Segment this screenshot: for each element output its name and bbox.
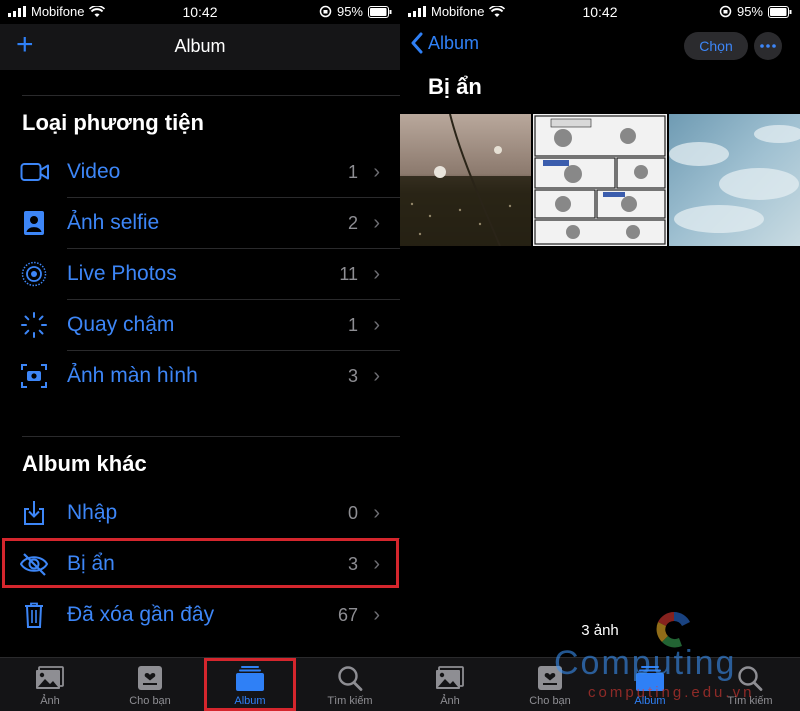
video-icon — [20, 163, 49, 181]
tab-for-you[interactable]: Cho bạn — [100, 664, 200, 710]
other-albums-heading: Album khác — [22, 451, 147, 476]
navigation-bar: Album Chọn — [400, 24, 800, 68]
media-types-heading: Loại phương tiện — [22, 110, 204, 135]
item-count: 0 — [347, 503, 358, 523]
list-item-screenshots[interactable]: Ảnh màn hình 3 › — [0, 351, 400, 402]
tab-label: Ảnh — [40, 695, 60, 707]
chevron-right-icon: › — [373, 365, 380, 387]
item-label: Đã xóa gần đây — [67, 603, 215, 626]
watermark-url: computing.edu.vn — [588, 684, 755, 701]
item-count: 1 — [347, 162, 358, 182]
item-label: Ảnh màn hình — [67, 364, 198, 387]
list-item-video[interactable]: Video 1 › — [0, 147, 400, 198]
list-item-selfie[interactable]: Ảnh selfie 2 › — [0, 198, 400, 249]
tab-label: Cho bạn — [129, 695, 171, 707]
chevron-left-icon — [411, 32, 423, 54]
photo-thumbnail[interactable] — [533, 114, 667, 246]
ellipsis-icon — [760, 44, 776, 48]
tab-label: Tìm kiếm — [327, 695, 373, 707]
photos-tab-icon — [36, 666, 64, 689]
screenshot-icon — [21, 364, 47, 388]
tab-bar: Ảnh Cho bạn Album Tìm kiếm — [0, 657, 400, 711]
page-title: Album — [174, 36, 226, 56]
item-label: Ảnh selfie — [67, 211, 160, 234]
item-label: Nhập — [67, 501, 118, 524]
list-item-slow-motion[interactable]: Quay chậm 1 › — [0, 300, 400, 351]
chevron-right-icon: › — [373, 263, 380, 285]
live-photos-icon — [21, 261, 47, 287]
item-label: Quay chậm — [67, 313, 175, 336]
chevron-right-icon: › — [373, 161, 380, 183]
orientation-lock-icon — [319, 5, 332, 18]
album-tab-highlight — [204, 658, 296, 711]
hidden-album-screen: Mobifone 10:42 95% Album Chọn Bị ẩn 3 ản… — [400, 0, 800, 711]
back-button[interactable]: Album — [410, 32, 479, 54]
item-count: 2 — [347, 213, 358, 233]
battery-percent: 95% — [736, 4, 763, 19]
battery-percent: 95% — [336, 4, 363, 19]
item-count: 1 — [347, 315, 358, 335]
section-divider — [22, 95, 400, 96]
navigation-bar: + Album — [0, 24, 400, 70]
battery-icon — [368, 5, 392, 18]
back-label: Album — [428, 32, 480, 53]
item-count: 3 — [347, 366, 358, 386]
photos-tab-icon — [436, 666, 464, 689]
watermark-word: Computing — [554, 644, 737, 682]
select-button[interactable]: Chọn — [684, 32, 748, 60]
photo-thumbnail[interactable] — [669, 114, 800, 246]
slow-motion-icon — [21, 312, 47, 338]
photo-thumbnail[interactable] — [400, 114, 531, 246]
chevron-right-icon: › — [373, 314, 380, 336]
hidden-album-highlight — [2, 538, 399, 588]
chevron-right-icon: › — [373, 604, 380, 626]
album-title: Bị ẩn — [428, 74, 482, 99]
for-you-tab-icon — [138, 666, 162, 690]
item-count: 11 — [339, 264, 358, 284]
list-item-live-photos[interactable]: Live Photos 11 › — [0, 249, 400, 300]
search-tab-icon — [338, 666, 363, 691]
item-count: 67 — [337, 605, 358, 625]
selfie-icon — [24, 211, 44, 235]
import-icon — [24, 501, 44, 525]
trash-icon — [25, 602, 43, 628]
list-item-import[interactable]: Nhập 0 › — [0, 488, 400, 539]
status-bar: Mobifone 10:42 95% — [400, 0, 800, 24]
tab-photos[interactable]: Ảnh — [400, 664, 500, 710]
chevron-right-icon: › — [373, 212, 380, 234]
status-bar: Mobifone 10:42 95% — [0, 0, 400, 24]
tab-label: Ảnh — [440, 695, 460, 707]
photo-grid — [400, 114, 800, 246]
section-divider — [22, 436, 400, 437]
album-list-screen: Mobifone 10:42 95% + Album Loại phương t… — [0, 0, 400, 711]
more-button[interactable] — [754, 32, 782, 60]
list-item-recently-deleted[interactable]: Đã xóa gần đây 67 › — [0, 590, 400, 641]
orientation-lock-icon — [719, 5, 732, 18]
item-label: Video — [67, 160, 121, 183]
battery-icon — [768, 5, 792, 18]
item-label: Live Photos — [67, 262, 177, 285]
tab-photos[interactable]: Ảnh — [0, 664, 100, 710]
tab-search[interactable]: Tìm kiếm — [300, 664, 400, 710]
computing-watermark: Computing computing.edu.vn — [554, 610, 794, 705]
chevron-right-icon: › — [373, 502, 380, 524]
